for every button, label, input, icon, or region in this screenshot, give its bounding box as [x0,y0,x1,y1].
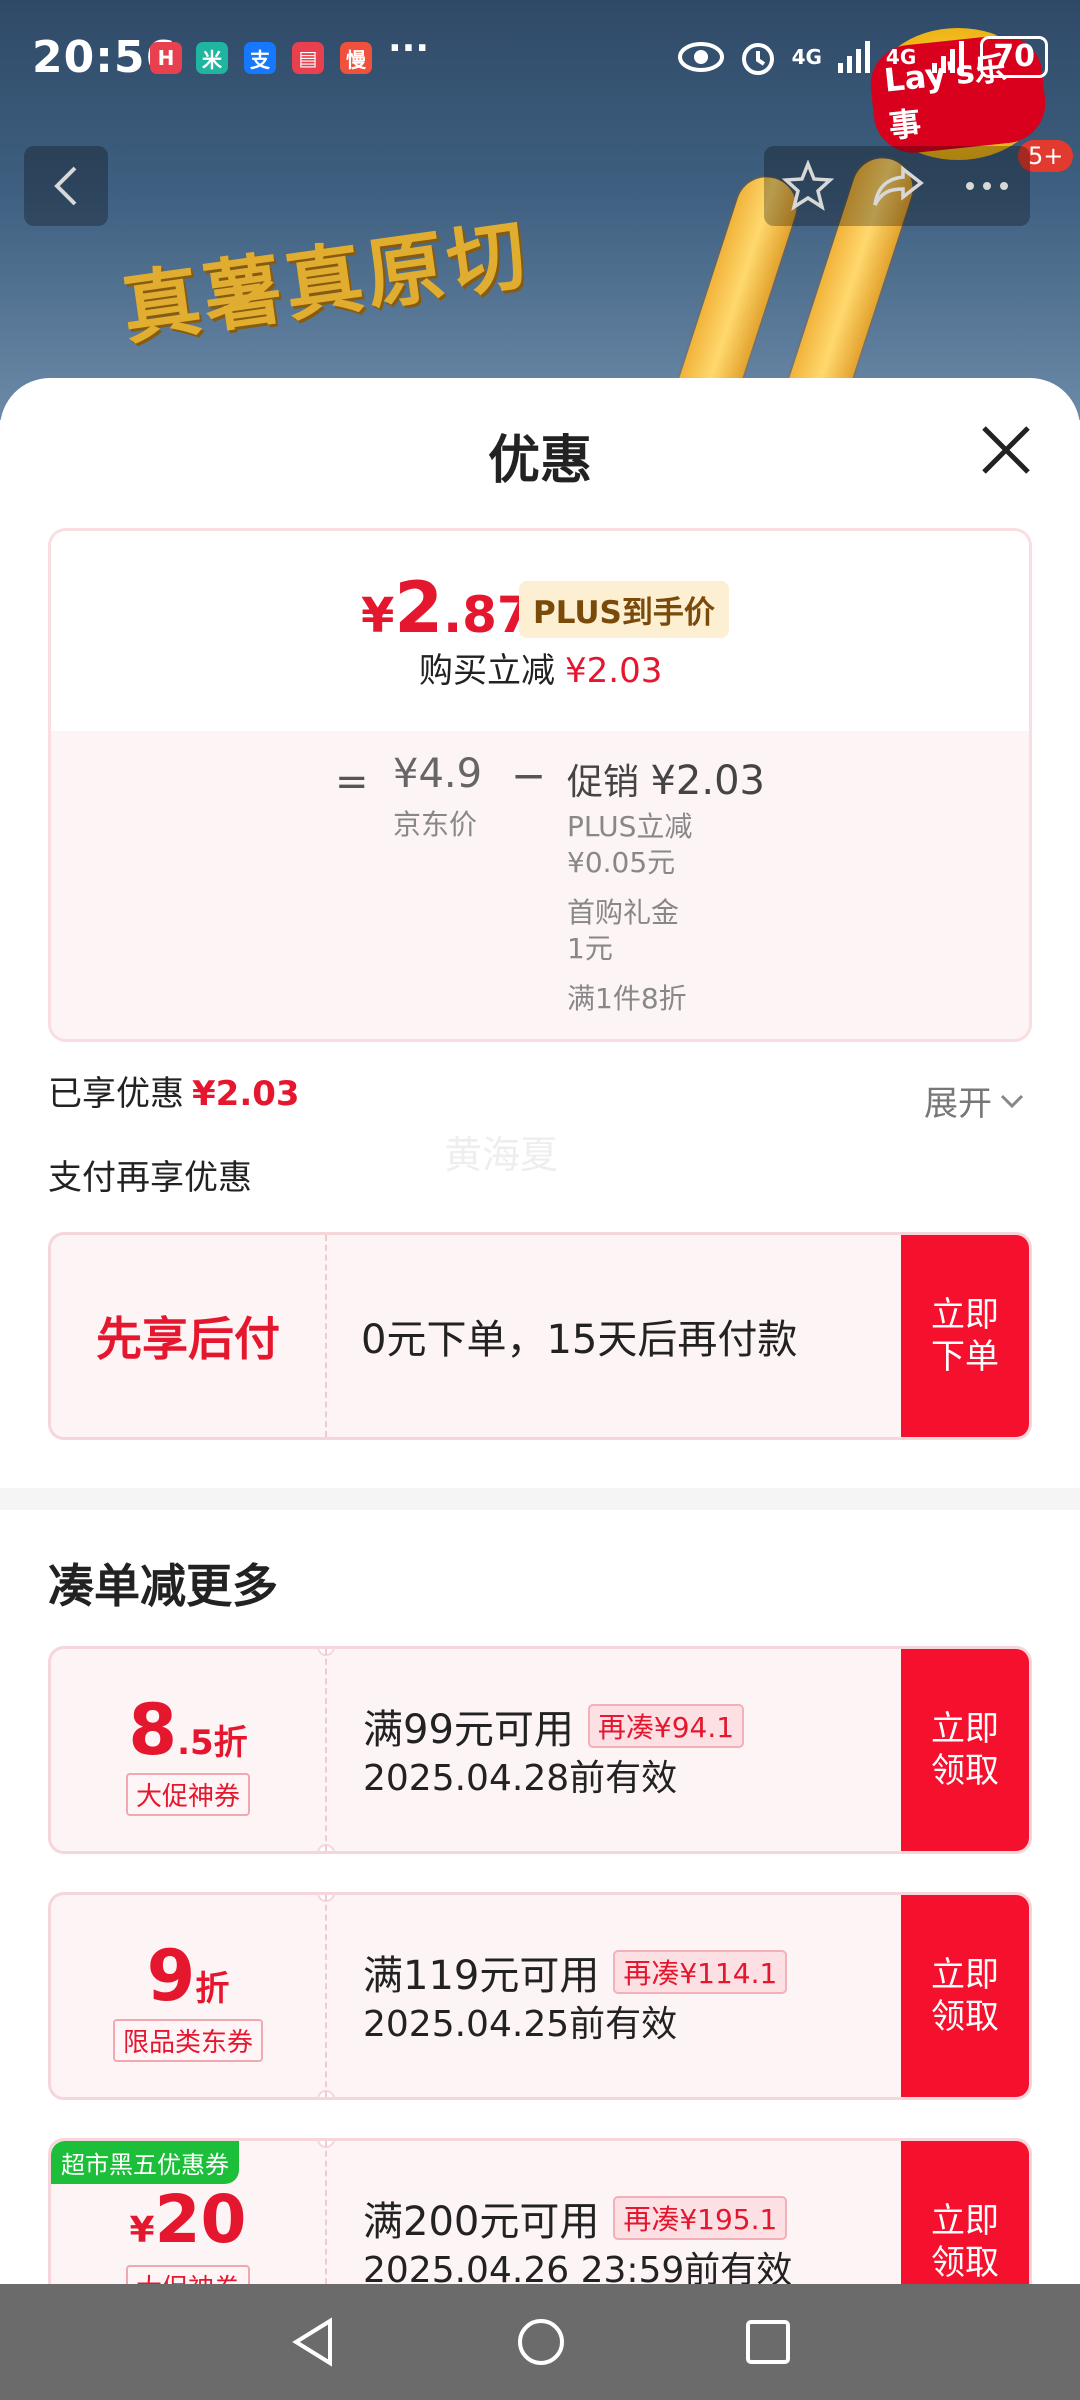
watermark: 黄海夏 [444,1133,559,1177]
battery-indicator: 70 [980,36,1048,78]
coupon-card: 8.5折 大促神券 满99元可用 再凑¥94.1 2025.04.28前有效 立即… [48,1646,1032,1854]
status-bar: 20:56 H 米 支 ▤ 慢 ··· 4G 4G 70 [0,0,1080,110]
promo-detail: 1元 [567,932,613,965]
toutiao-icon: 慢 [340,42,372,74]
promo-detail: 首购礼金 [567,896,680,929]
more-icon[interactable] [962,178,1012,194]
close-icon[interactable] [976,420,1036,480]
nav-recents-icon[interactable] [744,2318,792,2366]
coupon-expiry: 2025.04.25前有效 [363,2004,678,2045]
price-breakdown: = ¥4.9 京东价 − 促销 ¥2.03 PLUS立减 ¥0.05元 首购礼金… [51,731,1029,1039]
banner-slogan: 真薯真原切 [116,208,536,357]
instant-discount: 购买立减 ¥2.03 [419,651,663,691]
top-action-group [764,146,1030,226]
promo-detail: 满1件8折 [567,982,687,1015]
huawei-icon: H [150,42,182,74]
expand-button[interactable]: 展开 [924,1076,1024,1125]
bnpl-description: 0元下单，15天后再付款 [361,1317,798,1363]
jd-price: ¥4.9 [393,751,483,797]
nav-back-icon[interactable] [288,2315,338,2369]
jd-price-label: 京东价 [393,808,478,841]
claim-coupon-button[interactable]: 立即 领取 [901,1895,1029,2097]
coupon-add-more-tag: 再凑¥94.1 [587,1704,745,1748]
signal-4g-label: 4G [791,45,822,69]
signal-4g-label: 4G [885,45,917,69]
section-divider [0,1488,1080,1510]
coupon-condition: 满99元可用 再凑¥94.1 [363,1697,745,1755]
equals-sign: = [335,759,369,805]
signal-icon [837,41,870,73]
coupon-add-more-tag: 再凑¥114.1 [613,1950,788,1994]
bnpl-title: 先享后付 [96,1312,280,1366]
enjoyed-discount: 已享优惠 ¥2.03 [48,1074,300,1114]
coupon-condition: 满200元可用 再凑¥195.1 [363,2189,788,2247]
system-nav-bar [0,2284,1080,2400]
minus-sign: − [511,751,547,800]
eye-icon [677,42,724,72]
promo-detail: ¥0.05元 [567,846,676,879]
alarm-icon [741,43,774,75]
back-button[interactable] [24,146,108,226]
coupon-corner-tag: 超市黑五优惠券 [51,2141,239,2184]
pay-more-label: 支付再享优惠 [48,1158,252,1198]
coupon-value: ¥20 [129,2181,247,2258]
coupon-type-tag: 大促神券 [125,1773,251,1816]
promo-detail: PLUS立减 [567,810,693,843]
final-price: ¥2.87 [361,567,532,649]
coupon-type-tag: 限品类东券 [112,2019,264,2062]
coupon-condition: 满119元可用 再凑¥114.1 [363,1943,788,2001]
book-icon: ▤ [292,42,324,74]
mi-home-icon: 米 [196,42,228,74]
more-discounts-title: 凑单减更多 [48,1559,278,1613]
bnpl-card: 先享后付 0元下单，15天后再付款 立即 下单 [48,1232,1032,1440]
coupon-card: 9折 限品类东券 满119元可用 再凑¥114.1 2025.04.25前有效 立… [48,1892,1032,2100]
signal-icon [932,41,965,73]
star-icon[interactable] [782,160,835,212]
coupon-value: 8.5折 [128,1689,248,1771]
coupon-expiry: 2025.04.28前有效 [363,1758,678,1799]
chevron-left-icon [54,166,77,206]
chevron-down-icon [1000,1094,1024,1108]
coupon-value: 9折 [146,1935,230,2017]
order-now-button[interactable]: 立即 下单 [901,1235,1029,1437]
price-summary-card: ¥2.87 PLUS到手价 购买立减 ¥2.03 = ¥4.9 京东价 − 促销 … [48,528,1032,1042]
promo-total: 促销 ¥2.03 [567,758,765,804]
sheet-title: 优惠 [487,431,592,491]
more-notifications-icon: ··· [388,28,430,69]
nav-home-icon[interactable] [515,2316,567,2368]
alipay-icon: 支 [244,42,276,74]
coupon-add-more-tag: 再凑¥195.1 [613,2196,788,2240]
share-icon[interactable] [871,163,925,209]
claim-coupon-button[interactable]: 立即 领取 [901,1649,1029,1851]
plus-price-tag: PLUS到手价 [519,581,729,638]
